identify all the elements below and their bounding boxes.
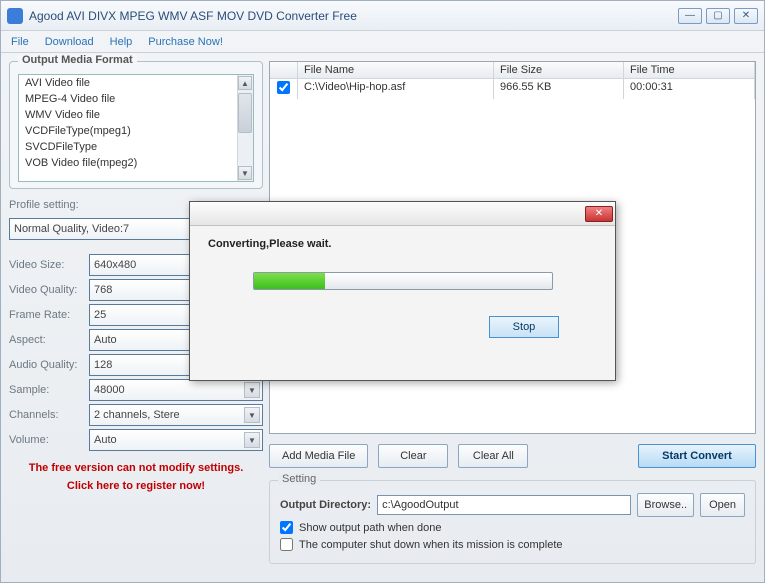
video-size-value: 640x480 [94, 259, 136, 271]
profile-value: Normal Quality, Video:7 [14, 223, 129, 235]
start-convert-button[interactable]: Start Convert [638, 444, 756, 468]
col-size[interactable]: File Size [494, 62, 624, 79]
list-item[interactable]: SVCDFileType [19, 139, 253, 155]
dialog-titlebar: ✕ [190, 202, 615, 226]
chevron-down-icon[interactable]: ▼ [244, 382, 260, 398]
list-item[interactable]: VOB Video file(mpeg2) [19, 155, 253, 171]
list-item[interactable]: MPEG-4 Video file [19, 91, 253, 107]
cell-name: C:\Video\Hip-hop.asf [298, 79, 494, 99]
cell-size: 966.55 KB [494, 79, 624, 99]
stop-button[interactable]: Stop [489, 316, 559, 338]
sample-value: 48000 [94, 384, 125, 396]
volume-label: Volume: [9, 430, 89, 450]
output-dir-label: Output Directory: [280, 499, 371, 511]
channels-label: Channels: [9, 405, 89, 425]
clear-button[interactable]: Clear [378, 444, 448, 468]
col-name[interactable]: File Name [298, 62, 494, 79]
cell-time: 00:00:31 [624, 79, 755, 99]
profile-label: Profile setting: [9, 195, 89, 215]
audio-quality-value: 128 [94, 359, 112, 371]
shutdown-checkbox-row[interactable]: The computer shut down when its mission … [280, 538, 745, 551]
list-item[interactable]: AVI Video file [19, 75, 253, 91]
scroll-down-icon[interactable]: ▼ [238, 166, 252, 180]
app-icon [7, 8, 23, 24]
output-dir-input[interactable] [377, 495, 631, 515]
menu-purchase[interactable]: Purchase Now! [148, 36, 223, 48]
aspect-label: Aspect: [9, 330, 89, 350]
titlebar: Agood AVI DIVX MPEG WMV ASF MOV DVD Conv… [1, 1, 764, 31]
close-button[interactable]: ✕ [734, 8, 758, 24]
aspect-value: Auto [94, 334, 117, 346]
chevron-down-icon[interactable]: ▼ [244, 432, 260, 448]
table-row[interactable]: C:\Video\Hip-hop.asf 966.55 KB 00:00:31 [270, 79, 755, 99]
setting-title: Setting [278, 473, 320, 485]
menubar: File Download Help Purchase Now! [1, 31, 764, 53]
add-media-button[interactable]: Add Media File [269, 444, 368, 468]
minimize-button[interactable]: — [678, 8, 702, 24]
converting-dialog: ✕ Converting,Please wait. Stop [189, 201, 616, 381]
free-msg-line2[interactable]: Click here to register now! [9, 478, 263, 496]
show-path-label: Show output path when done [299, 522, 442, 534]
menu-download[interactable]: Download [45, 36, 94, 48]
output-format-title: Output Media Format [18, 54, 137, 66]
output-format-group: Output Media Format AVI Video file MPEG-… [9, 61, 263, 189]
sample-label: Sample: [9, 380, 89, 400]
menu-help[interactable]: Help [110, 36, 133, 48]
frame-rate-value: 25 [94, 309, 106, 321]
channels-value: 2 channels, Stere [94, 409, 180, 421]
list-item[interactable]: VCDFileType(mpeg1) [19, 123, 253, 139]
free-version-message[interactable]: The free version can not modify settings… [9, 454, 263, 501]
volume-value: Auto [94, 434, 117, 446]
video-quality-label: Video Quality: [9, 280, 89, 300]
volume-combo[interactable]: Auto ▼ [89, 429, 263, 451]
scroll-thumb[interactable] [238, 93, 252, 133]
video-quality-value: 768 [94, 284, 112, 296]
list-item[interactable]: WMV Video file [19, 107, 253, 123]
scrollbar[interactable]: ▲ ▼ [237, 75, 253, 181]
video-size-label: Video Size: [9, 255, 89, 275]
window-title: Agood AVI DIVX MPEG WMV ASF MOV DVD Conv… [29, 9, 678, 23]
frame-rate-label: Frame Rate: [9, 305, 89, 325]
show-path-checkbox-row[interactable]: Show output path when done [280, 521, 745, 534]
sample-combo[interactable]: 48000 ▼ [89, 379, 263, 401]
dialog-message: Converting,Please wait. [208, 238, 597, 250]
progress-fill [254, 273, 326, 289]
show-path-checkbox[interactable] [280, 521, 293, 534]
channels-combo[interactable]: 2 channels, Stere ▼ [89, 404, 263, 426]
audio-quality-label: Audio Quality: [9, 355, 89, 375]
clear-all-button[interactable]: Clear All [458, 444, 528, 468]
output-format-list[interactable]: AVI Video file MPEG-4 Video file WMV Vid… [18, 74, 254, 182]
col-check [270, 62, 298, 79]
scroll-up-icon[interactable]: ▲ [238, 76, 252, 90]
shutdown-checkbox[interactable] [280, 538, 293, 551]
open-button[interactable]: Open [700, 493, 745, 517]
maximize-button[interactable]: ▢ [706, 8, 730, 24]
row-checkbox[interactable] [277, 81, 290, 94]
progress-bar [253, 272, 553, 290]
chevron-down-icon[interactable]: ▼ [244, 407, 260, 423]
dialog-close-button[interactable]: ✕ [585, 206, 613, 222]
browse-button[interactable]: Browse.. [637, 493, 694, 517]
free-msg-line1: The free version can not modify settings… [9, 460, 263, 478]
output-setting-group: Setting Output Directory: Browse.. Open … [269, 480, 756, 564]
col-time[interactable]: File Time [624, 62, 755, 79]
menu-file[interactable]: File [11, 36, 29, 48]
shutdown-label: The computer shut down when its mission … [299, 539, 563, 551]
